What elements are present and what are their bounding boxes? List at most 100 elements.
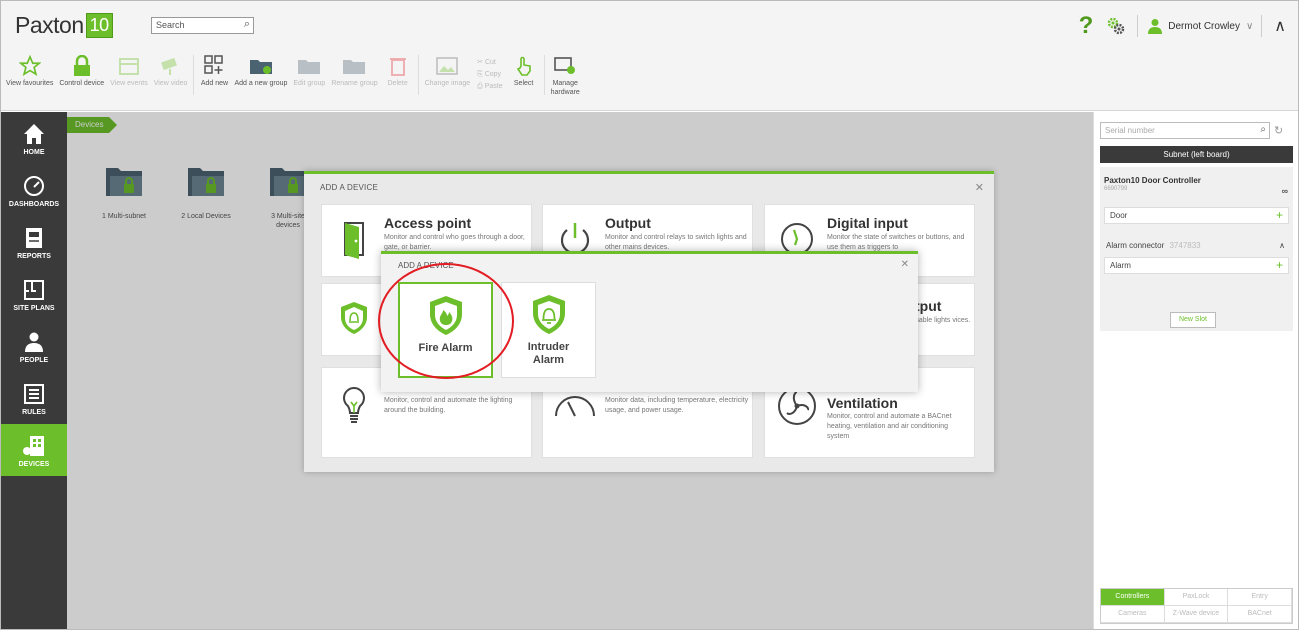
logo-text: Paxton — [15, 12, 84, 38]
card-description: nable lights vices. — [915, 317, 971, 324]
tab-z-wave-device[interactable]: Z-Wave device — [1164, 606, 1229, 623]
search-placeholder: Search — [156, 20, 185, 30]
controller-card: Paxton10 Door Controller 6690799 ∞ Door … — [1100, 167, 1293, 331]
door-slot[interactable]: Door + — [1104, 207, 1289, 224]
intruder-alarm-option[interactable]: Intruder Alarm — [501, 282, 596, 378]
add-new-label: Add new — [200, 80, 229, 87]
new-slot-button[interactable]: New Slot — [1170, 312, 1216, 328]
search-icon[interactable]: ⌕ — [244, 18, 250, 31]
card-description: Monitor, control and automate a BACnet h… — [827, 413, 952, 440]
edit-group-button[interactable]: Edit group — [290, 53, 328, 101]
nav-dashboards-label: DASHBOARDS — [8, 200, 60, 208]
add-icon[interactable]: + — [1276, 208, 1283, 222]
rename-group-button[interactable]: Rename group — [328, 53, 380, 101]
nav-people-label: PEOPLE — [19, 356, 49, 364]
delete-button[interactable]: Delete — [381, 53, 415, 101]
events-icon — [118, 58, 139, 75]
door-icon — [344, 222, 364, 259]
star-icon — [18, 55, 41, 77]
card-title: Access point — [384, 215, 472, 231]
lock-icon — [73, 55, 90, 76]
select-label: Select — [513, 80, 534, 87]
chevron-up-icon[interactable]: ∧ — [1279, 241, 1285, 250]
paste-label: Paste — [484, 83, 503, 90]
nav-reports[interactable]: REPORTS — [1, 216, 67, 268]
search-icon[interactable]: ⌕ — [1260, 124, 1266, 135]
nav-people[interactable]: PEOPLE — [1, 320, 67, 372]
alarm-slot[interactable]: Alarm + — [1104, 257, 1289, 274]
alarm-connector-label: Alarm connector — [1106, 241, 1165, 250]
serial-search-input[interactable]: Serial number ⌕ — [1100, 122, 1270, 139]
nav-home[interactable]: HOME — [1, 112, 67, 164]
change-image-label: Change image — [424, 80, 471, 87]
card-description: Monitor and control relays to switch lig… — [605, 234, 747, 251]
folder-add-icon — [249, 60, 272, 74]
controller-serial: 6690799 — [1104, 186, 1128, 192]
add-new-button[interactable]: Add new — [197, 53, 231, 101]
door-slot-label: Door — [1110, 211, 1128, 220]
lightbulb-icon — [343, 386, 365, 423]
copy-button[interactable]: ⎘ Copy — [477, 69, 502, 81]
nav-rules[interactable]: RULES — [1, 372, 67, 424]
logo: Paxton 10 — [15, 12, 113, 39]
card-title: Digital input — [827, 215, 908, 231]
hand-pointer-icon — [516, 56, 531, 76]
scissors-icon: ✂ — [477, 59, 484, 66]
delete-label: Delete — [387, 80, 408, 87]
alarm-connector-row[interactable]: Alarm connector 3747833 ∧ — [1104, 241, 1289, 250]
controller-name: Paxton10 Door Controller — [1104, 176, 1201, 185]
intruder-alarm-label: Intruder Alarm — [527, 341, 570, 366]
chevron-up-icon: ∧ — [1274, 18, 1286, 35]
home-icon — [24, 123, 44, 144]
card-description: Monitor the state of switches or buttons… — [827, 234, 965, 251]
link-icon[interactable]: ∞ — [1282, 186, 1288, 196]
nav-rules-label: RULES — [22, 408, 46, 416]
select-button[interactable]: Select — [507, 53, 541, 101]
add-new-group-button[interactable]: Add a new group — [231, 53, 290, 101]
paste-button[interactable]: ⎙ Paste — [477, 81, 502, 93]
tab-cameras[interactable]: Cameras — [1101, 606, 1165, 623]
camera-icon — [160, 57, 177, 75]
card-title: Ventilation — [827, 395, 898, 411]
alarm-connector-serial: 3747833 — [1169, 241, 1201, 250]
close-icon[interactable]: ✕ — [901, 259, 909, 270]
alarm-shield-icon — [341, 302, 367, 334]
control-device-label: Control device — [59, 80, 105, 87]
control-device-button[interactable]: Control device — [56, 53, 107, 101]
rules-icon — [24, 383, 44, 404]
nav-devices-label: DEVICES — [18, 460, 50, 468]
serial-search-placeholder: Serial number — [1105, 126, 1155, 135]
tab-entry[interactable]: Entry — [1228, 589, 1292, 606]
collapse-header-button[interactable]: ∧ — [1261, 15, 1298, 37]
user-menu[interactable]: Dermot Crowley ∨ — [1137, 15, 1253, 37]
manage-hardware-button[interactable]: Manage hardware — [548, 53, 583, 101]
user-icon — [1148, 19, 1163, 34]
close-icon[interactable]: ✕ — [975, 181, 984, 194]
change-image-button[interactable]: Change image — [422, 53, 474, 101]
nav-dashboards[interactable]: DASHBOARDS — [1, 164, 67, 216]
view-video-button[interactable]: View video — [151, 53, 191, 101]
floorplan-icon — [24, 279, 44, 300]
add-icon[interactable]: + — [1276, 258, 1283, 272]
settings-gears-icon[interactable] — [1107, 17, 1125, 35]
card-title: Output — [605, 215, 651, 231]
refresh-icon[interactable]: ↻ — [1274, 124, 1283, 137]
tab-controllers[interactable]: Controllers — [1101, 589, 1165, 606]
tab-bacnet[interactable]: BACnet — [1228, 606, 1292, 623]
person-icon — [25, 332, 43, 352]
cut-button[interactable]: ✂ Cut — [477, 57, 502, 69]
dialog-title: ADD A DEVICE — [320, 183, 378, 192]
search-input[interactable]: Search ⌕ — [151, 17, 254, 34]
tab-paxlock[interactable]: PaxLock — [1164, 589, 1229, 606]
copy-icon: ⎘ — [477, 71, 483, 78]
view-events-button[interactable]: View events — [107, 53, 151, 101]
add-new-group-label: Add a new group — [234, 80, 288, 87]
hardware-icon — [554, 57, 576, 74]
view-favourites-button[interactable]: View favourites — [3, 53, 56, 101]
nav-devices[interactable]: DEVICES — [1, 424, 67, 476]
view-video-label: View video — [153, 80, 188, 87]
nav-site-plans[interactable]: SITE PLANS — [1, 268, 67, 320]
help-icon[interactable]: ? — [1079, 12, 1094, 40]
card-description: Monitor data, including temperature, ele… — [605, 397, 749, 414]
devices-icon — [23, 435, 44, 456]
